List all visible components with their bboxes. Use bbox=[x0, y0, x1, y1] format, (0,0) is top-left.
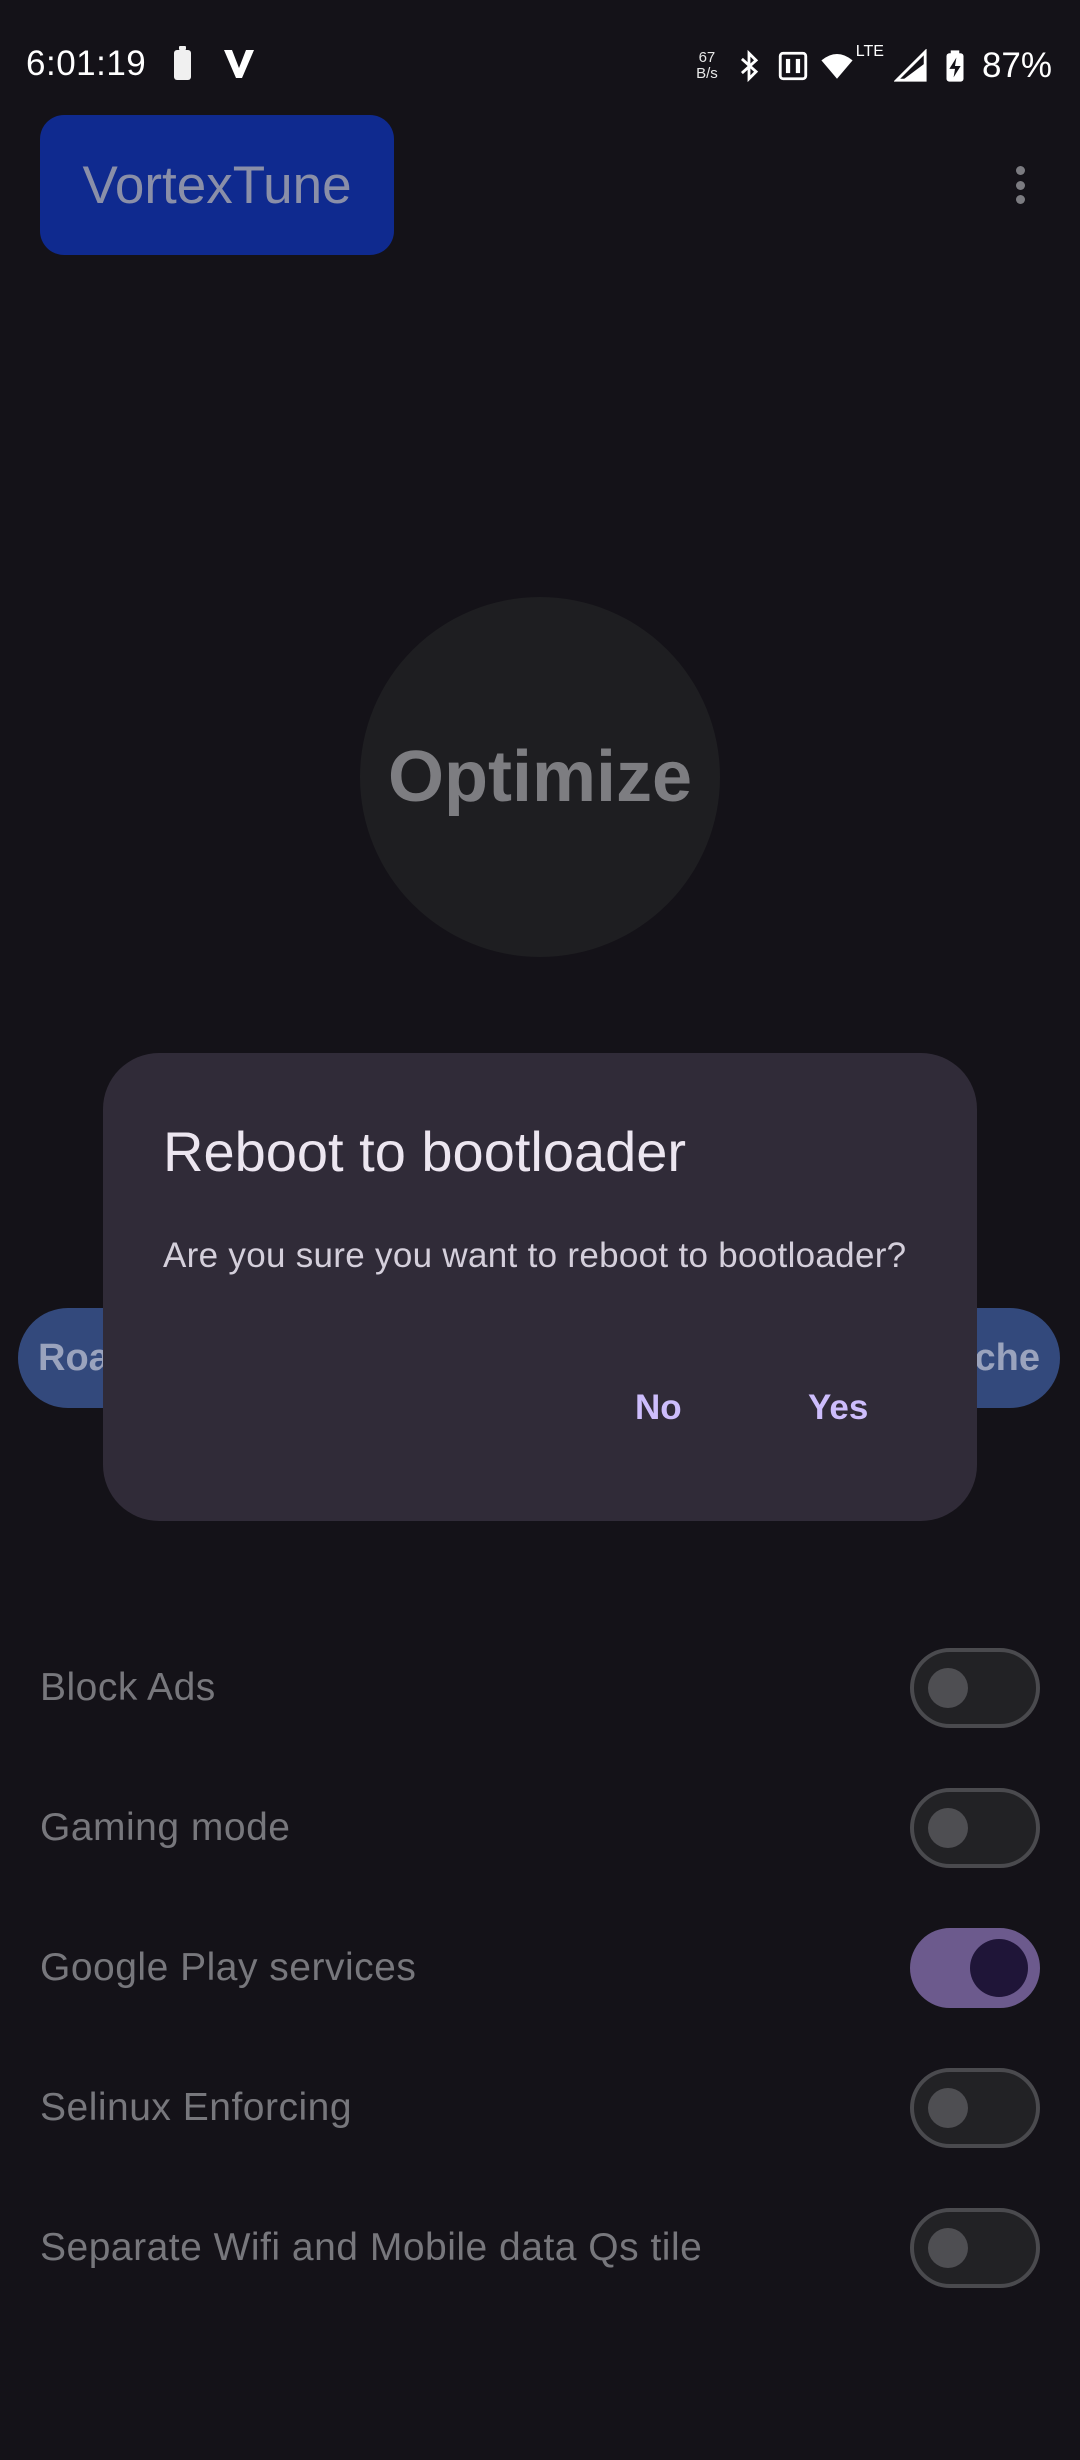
dialog-title: Reboot to bootloader bbox=[163, 1120, 687, 1183]
reboot-dialog: Reboot to bootloader Are you sure you wa… bbox=[103, 1053, 977, 1521]
dialog-message: Are you sure you want to reboot to bootl… bbox=[163, 1236, 907, 1275]
yes-button[interactable]: Yes bbox=[778, 1363, 898, 1453]
no-button[interactable]: No bbox=[605, 1363, 712, 1453]
screen: 6:01:19 67 B/s LTE 87% VortexTune Optimi… bbox=[0, 0, 1080, 2460]
